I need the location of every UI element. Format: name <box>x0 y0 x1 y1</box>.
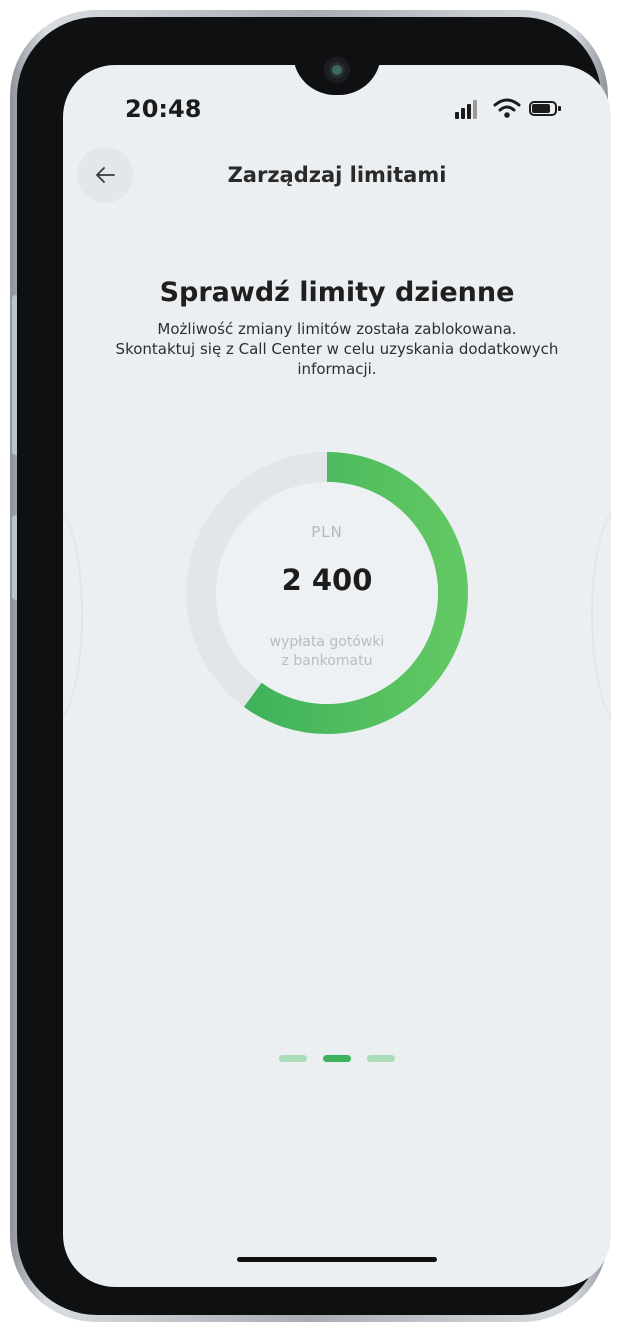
page-title: Zarządzaj limitami <box>227 163 447 187</box>
pager-dot[interactable] <box>279 1055 307 1062</box>
phone-frame: 20:48 Zarządzaj limitami Sprawdź limity … <box>10 10 611 1322</box>
pager-dot[interactable] <box>367 1055 395 1062</box>
gauge-amount: 2 400 <box>281 563 373 597</box>
limit-gauge[interactable]: PLN 2 400 wypłata gotówki z bankomatu <box>177 443 477 743</box>
status-icons <box>455 97 565 121</box>
status-time: 20:48 <box>125 95 202 123</box>
pager-dot[interactable] <box>323 1055 351 1062</box>
front-camera <box>324 57 350 83</box>
gauge-currency: PLN <box>311 523 343 541</box>
home-indicator[interactable] <box>237 1257 437 1262</box>
phone-bezel: 20:48 Zarządzaj limitami Sprawdź limity … <box>17 17 611 1315</box>
battery-icon <box>529 101 561 116</box>
page-indicator <box>63 1055 611 1062</box>
prev-card-hint[interactable] <box>63 505 83 725</box>
screen: 20:48 Zarządzaj limitami Sprawdź limity … <box>63 65 611 1287</box>
limits-description: Możliwość zmiany limitów została zabloko… <box>115 320 559 378</box>
next-card-hint[interactable] <box>591 505 611 725</box>
limits-heading: Sprawdź limity dzienne <box>159 277 515 308</box>
gauge-caption: wypłata gotówki z bankomatu <box>269 634 385 669</box>
wifi-icon <box>493 98 521 118</box>
